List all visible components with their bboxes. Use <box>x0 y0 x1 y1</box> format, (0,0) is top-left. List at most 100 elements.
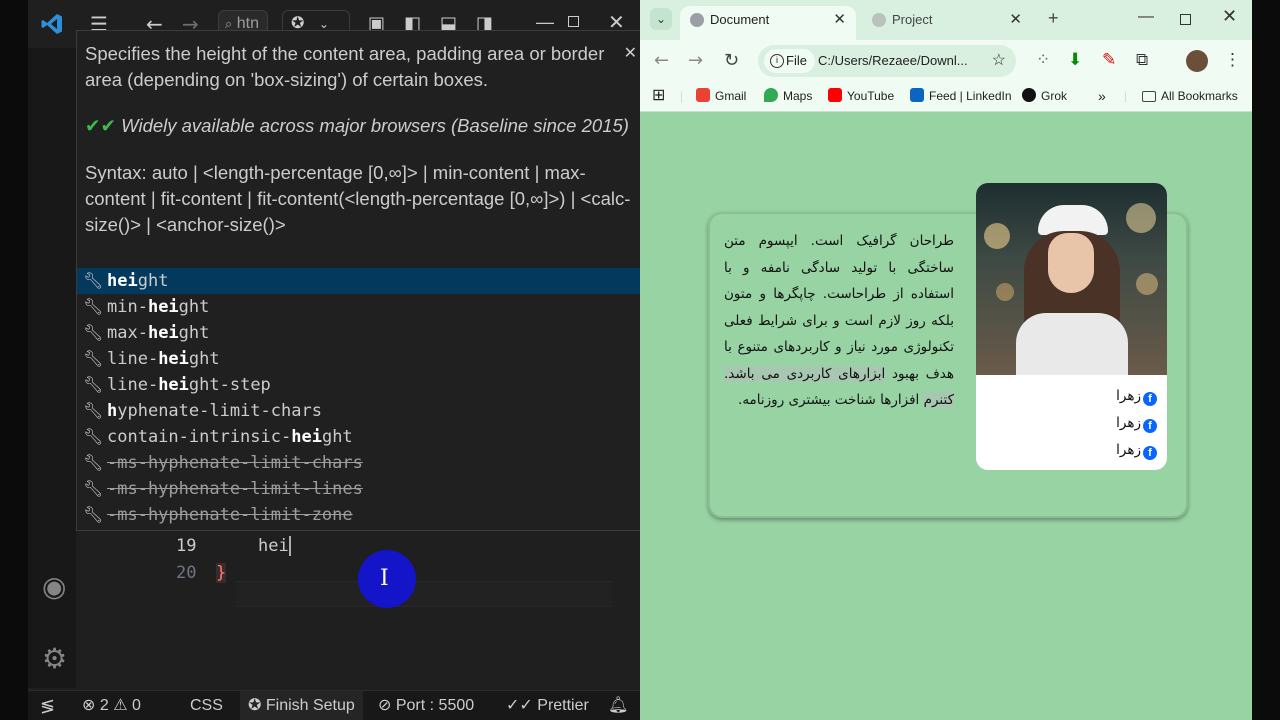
search-icon: ⌕ <box>225 16 233 31</box>
close-tab-icon[interactable]: ✕ <box>833 6 846 34</box>
error-icon: ⊗ <box>82 697 96 714</box>
copilot-icon: ✪ <box>248 697 262 714</box>
code-text: hei <box>258 536 289 556</box>
remote-icon[interactable]: ≶ <box>40 691 55 720</box>
card-paragraph: طراحان گرافیک است. ایپسوم متن ساختگی با … <box>724 233 955 408</box>
prettier-status[interactable]: ✓✓ Prettier <box>506 691 589 720</box>
profile-card: fزهرا fزهرا fزهرا <box>976 183 1167 470</box>
forward-arrow-icon[interactable]: → <box>688 50 703 71</box>
ibeam-cursor-icon: I <box>380 566 389 591</box>
name-row[interactable]: fزهرا <box>1116 410 1157 437</box>
bookmark-divider: | <box>1124 89 1128 103</box>
warning-icon: ⚠ <box>113 697 128 714</box>
minimize-icon[interactable]: — <box>1138 8 1154 26</box>
live-server-port[interactable]: ⊘ Port : 5500 <box>378 691 474 720</box>
hover-syntax: Syntax: auto | <length-percentage [0,∞]>… <box>85 162 631 235</box>
screen-left-border <box>0 0 28 720</box>
profile-avatar[interactable] <box>1186 50 1208 72</box>
facebook-icon: f <box>1143 446 1157 460</box>
settings-gear-icon[interactable]: ⚙ <box>42 642 67 675</box>
editor-area[interactable]: 19 hei 20 } ✕ Specifies the height of th… <box>76 30 640 688</box>
baseline-check-icon: ✔✔ <box>85 116 117 137</box>
globe-favicon-icon <box>872 13 886 27</box>
all-bookmarks-folder[interactable]: All Bookmarks <box>1142 82 1238 110</box>
close-icon[interactable]: ✕ <box>624 41 637 67</box>
suggestion-item[interactable]: 🔧︎ line-height <box>77 346 640 372</box>
more-menu-icon[interactable]: ⋮ <box>1224 50 1241 70</box>
status-bar: ≶ ⊗ 2 ⚠ 0 CSS ✪ Finish Setup ⊘ Port : 55… <box>28 690 640 720</box>
bookmark-youtube[interactable]: YouTube <box>828 82 894 110</box>
screen-right-border <box>1252 0 1280 720</box>
chrome-window: ⌄ Document ✕ Project ✕ + — ✕ ← → ↻ i File… <box>640 0 1252 720</box>
tab-strip: ⌄ Document ✕ Project ✕ + — ✕ <box>640 0 1252 40</box>
language-mode[interactable]: CSS <box>190 691 223 720</box>
code-line-19[interactable]: hei <box>258 536 291 556</box>
suggestion-item[interactable]: 🔧︎ height <box>77 268 640 294</box>
tab-title: Project <box>892 12 933 27</box>
back-arrow-icon[interactable]: ← <box>654 50 669 71</box>
bookmark-divider: | <box>680 89 684 103</box>
profile-photo <box>976 183 1167 375</box>
wrench-icon: 🔧︎ <box>83 453 104 472</box>
maps-pin-icon <box>764 88 778 102</box>
address-bar[interactable]: i File C:/Users/Rezaee/Downl... ☆ <box>758 45 1016 77</box>
more-bookmarks-chevron-icon[interactable]: » <box>1098 82 1106 110</box>
suggestion-item-deprecated[interactable]: 🔧︎ -ms-hyphenate-limit-zone <box>77 502 640 528</box>
tab-project[interactable]: Project ✕ <box>862 6 1032 40</box>
maximize-icon[interactable] <box>568 16 579 27</box>
apps-grid-icon[interactable]: ⊞ <box>652 82 665 110</box>
problems-indicator[interactable]: ⊗ 2 ⚠ 0 <box>82 691 141 720</box>
loading-spinner-icon: ⁘ <box>1036 50 1051 69</box>
bookmark-linkedin[interactable]: Feed | LinkedIn <box>910 82 1012 110</box>
closing-brace[interactable]: } <box>216 563 227 583</box>
suggestion-item[interactable]: 🔧︎ max-height <box>77 320 640 346</box>
suggestion-item-deprecated[interactable]: 🔧︎ -ms-hyphenate-limit-lines <box>77 476 640 502</box>
bookmark-gmail[interactable]: Gmail <box>696 82 746 110</box>
notifications-bell-icon[interactable]: 🔔︎ <box>608 691 628 720</box>
maximize-icon[interactable] <box>1180 14 1191 25</box>
reload-icon[interactable]: ↻ <box>724 50 739 71</box>
pen-extension-icon[interactable]: ✎ <box>1102 50 1116 70</box>
suggestion-item[interactable]: 🔧︎ min-height <box>77 294 640 320</box>
finish-setup-button[interactable]: ✪ Finish Setup <box>240 691 363 720</box>
extensions-puzzle-icon[interactable]: ⧉ <box>1136 50 1148 70</box>
suggestion-item[interactable]: 🔧︎ line-height-step <box>77 372 640 398</box>
facebook-icon: f <box>1143 419 1157 433</box>
gmail-icon <box>696 88 710 102</box>
download-arrow-icon[interactable]: ⬇ <box>1068 50 1082 70</box>
wrench-icon: 🔧︎ <box>83 271 104 290</box>
facebook-icon: f <box>1143 392 1157 406</box>
name-row[interactable]: fزهرا <box>1116 383 1157 410</box>
chrome-toolbar: ← → ↻ i File C:/Users/Rezaee/Downl... ☆ ⁘… <box>640 40 1252 82</box>
vscode-window: ☰ ← → ⌕ htn ✪ ⌄ ▣ ◧ ⬓ ◨ — ✕ ◉ ⚙ 19 hei 2… <box>28 0 640 720</box>
bookmark-maps[interactable]: Maps <box>764 82 812 110</box>
account-icon[interactable]: ◉ <box>42 570 66 603</box>
wrench-icon: 🔧︎ <box>83 297 104 316</box>
url-text: C:/Users/Rezaee/Downl... <box>818 53 968 68</box>
info-icon: i <box>770 54 784 68</box>
close-tab-icon[interactable]: ✕ <box>1009 6 1022 34</box>
suggestion-item[interactable]: 🔧︎ hyphenate-limit-chars <box>77 398 640 424</box>
bookmark-grok[interactable]: Grok <box>1022 82 1067 110</box>
site-info-chip[interactable]: i File <box>764 49 815 73</box>
current-line-highlight <box>236 581 612 607</box>
linkedin-icon <box>910 88 924 102</box>
name-row[interactable]: fزهرا <box>1116 437 1157 464</box>
new-tab-plus-icon[interactable]: + <box>1048 8 1059 29</box>
tab-title: Document <box>710 12 770 27</box>
names-list: fزهرا fزهرا fزهرا <box>1116 383 1157 464</box>
bookmark-star-icon[interactable]: ☆ <box>992 45 1006 77</box>
tab-search-dropdown-icon[interactable]: ⌄ <box>650 8 672 30</box>
close-icon[interactable]: ✕ <box>1222 6 1237 27</box>
tab-document[interactable]: Document ✕ <box>680 6 856 40</box>
baseline-text: Widely available across major browsers (… <box>121 115 629 136</box>
grok-icon <box>1022 88 1036 102</box>
activity-bar: ◉ ⚙ <box>28 48 76 688</box>
folder-icon <box>1142 91 1156 102</box>
wrench-icon: 🔧︎ <box>83 323 104 342</box>
globe-favicon-icon <box>690 13 704 27</box>
wrench-icon: 🔧︎ <box>83 505 104 524</box>
baseline-status: ✔✔ Widely available across major browser… <box>85 113 639 140</box>
suggestion-item[interactable]: 🔧︎ contain-intrinsic-height <box>77 424 640 450</box>
suggestion-item-deprecated[interactable]: 🔧︎ -ms-hyphenate-limit-chars <box>77 450 640 476</box>
